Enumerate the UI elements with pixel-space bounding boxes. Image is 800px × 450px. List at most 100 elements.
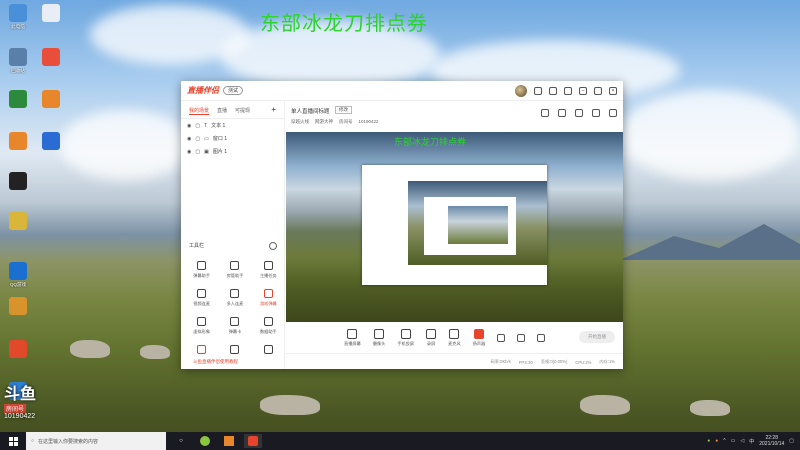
tool-item[interactable]: 主播任务 [252,261,285,279]
bottom-tool-button[interactable]: 摄像头 [373,328,385,347]
grid-icon[interactable] [541,109,549,117]
room-tag: 网游大神 [315,119,333,124]
task-icon [263,261,273,270]
header-actions [541,109,617,117]
desktop-icon[interactable]: 回收站 [3,48,33,74]
desktop-icon[interactable]: QQ游戏 [3,262,33,288]
nested-preview [408,181,547,265]
penguin-qq-icon [9,172,27,190]
avatar[interactable] [515,84,527,97]
tab-my-scenes[interactable]: 我的场景 [189,107,210,115]
tool-item[interactable]: 弹幕助手 [185,261,218,279]
gift-icon[interactable] [549,86,557,95]
desktop-icon[interactable] [3,132,33,152]
eye-icon[interactable] [517,333,526,342]
watermark-sub: 房间号 [4,404,27,413]
maximize-icon[interactable] [594,86,602,95]
chevron-up-icon [263,345,273,354]
app2-icon[interactable] [220,434,238,448]
desktop-icon[interactable] [36,132,66,152]
rock [70,340,110,358]
bottom-tool-button[interactable]: 录屏 [426,328,437,347]
desktop-icon[interactable] [36,90,66,110]
bottom-tool-button[interactable]: 麦克风 [448,328,461,347]
tool-item[interactable]: 虚拟形象 [185,317,218,335]
tool-item[interactable]: 弹幕卡 [218,317,251,335]
desktop-icon[interactable] [36,4,66,24]
nested-preview-2 [424,197,516,255]
beta-badge[interactable]: 测试 [223,86,244,95]
menu-icon[interactable] [564,86,572,95]
desktop-icon[interactable]: 此电脑 [3,4,33,30]
tab-withdraw[interactable]: 可提现 [235,107,250,115]
lock-icon[interactable] [558,109,566,117]
task-view-icon[interactable]: ○ [172,434,190,448]
tab-live[interactable]: 直播 [217,107,227,115]
desktop-icon[interactable] [3,340,33,360]
tutorial-link[interactable]: 斗鱼直播伴侣使用教程 [193,359,238,365]
desktop-icon[interactable] [3,297,33,317]
scene-item[interactable]: ◉ ▢ ▭ 窗口 1 [181,132,284,145]
scene-item[interactable]: ◉ ▢ ▣ 图片 1 [181,145,284,158]
tray-app-icon[interactable]: ● [715,438,718,444]
desktop-icon[interactable] [3,172,33,192]
volume-icon[interactable]: ◁ [740,438,744,444]
tool-item[interactable]: 视频连麦 [185,289,218,307]
desktop-icon[interactable] [36,48,66,68]
tools-grid: 弹幕助手 房管助手 主播任务视频连麦 多人连麦 游戏弹幕虚拟形象 弹幕卡 数据助手 [185,261,285,357]
notification-icon[interactable]: ▢ [789,438,794,444]
desktop-icon[interactable] [3,212,33,232]
stream-preview[interactable]: 东部冰龙刀排点券 [286,132,623,322]
app3-icon[interactable] [244,434,262,448]
tool-item[interactable]: 数据助手 [252,317,285,335]
tool-label: 房管助手 [226,273,244,278]
bottom-tool-button[interactable]: 直播屏幕 [344,328,361,347]
lock-icon[interactable]: ▢ [195,123,200,129]
ime-icon[interactable]: 中 [749,438,754,445]
network-icon[interactable]: ▭ [731,438,736,444]
video-icon[interactable] [497,333,506,342]
minimize-icon[interactable]: – [579,86,587,95]
clock[interactable]: 22:28 2021/10/14 [759,435,784,447]
eye-icon[interactable]: ◉ [187,149,191,155]
settings-icon[interactable] [537,333,546,342]
tool-item[interactable]: 多人连麦 [218,289,251,307]
taskbar-search[interactable]: ○ 在这里输入你要搜索的内容 [26,432,166,450]
share-icon[interactable] [609,109,617,117]
tool-item[interactable] [252,345,285,357]
tool-item[interactable]: 游戏弹幕 [252,289,285,307]
tool-item[interactable] [185,345,218,357]
search-icon: ○ [31,438,35,444]
tray-expand-icon[interactable]: ^ [723,438,725,444]
bell-icon[interactable] [592,109,600,117]
app1-icon[interactable] [196,434,214,448]
desktop-icon[interactable] [3,90,33,110]
chat-icon[interactable] [534,86,542,95]
modify-button[interactable]: 修改 [335,106,352,114]
tray-app-icon[interactable]: ● [707,438,710,444]
rock [260,395,320,415]
tool-item[interactable] [218,345,251,357]
add-scene-button[interactable]: + [271,106,276,115]
watermark-room-id: 10190422 [4,413,36,420]
lock-icon[interactable]: ▢ [195,149,200,155]
room-info: 穿越火线 网游大神 房间号 10190422 [291,119,379,125]
megaphone-icon [197,345,207,354]
start-button[interactable] [0,432,26,450]
title-bar: 直播伴侣 测试 – × [181,81,623,101]
eye-icon[interactable]: ◉ [187,123,191,129]
close-icon[interactable]: × [609,86,617,95]
tool-item[interactable]: 房管助手 [218,261,251,279]
bottom-tool-button[interactable]: 扬声器 [473,328,485,347]
scene-item[interactable]: ◉ ▢ T 文本 1 [181,119,284,132]
eye-icon[interactable]: ◉ [187,136,191,142]
room-id-label: 房间号 [339,119,353,124]
start-live-button[interactable]: 开始直播 [579,331,615,343]
qq-game-icon [9,262,27,280]
window-icon[interactable] [575,109,583,117]
status-item: CPU:2% [575,359,592,365]
tool-label: 弹幕卡 [228,329,242,334]
tools-settings-icon[interactable] [269,242,277,250]
lock-icon[interactable]: ▢ [195,136,200,142]
bottom-tool-button[interactable]: 手机投屏 [397,328,414,347]
